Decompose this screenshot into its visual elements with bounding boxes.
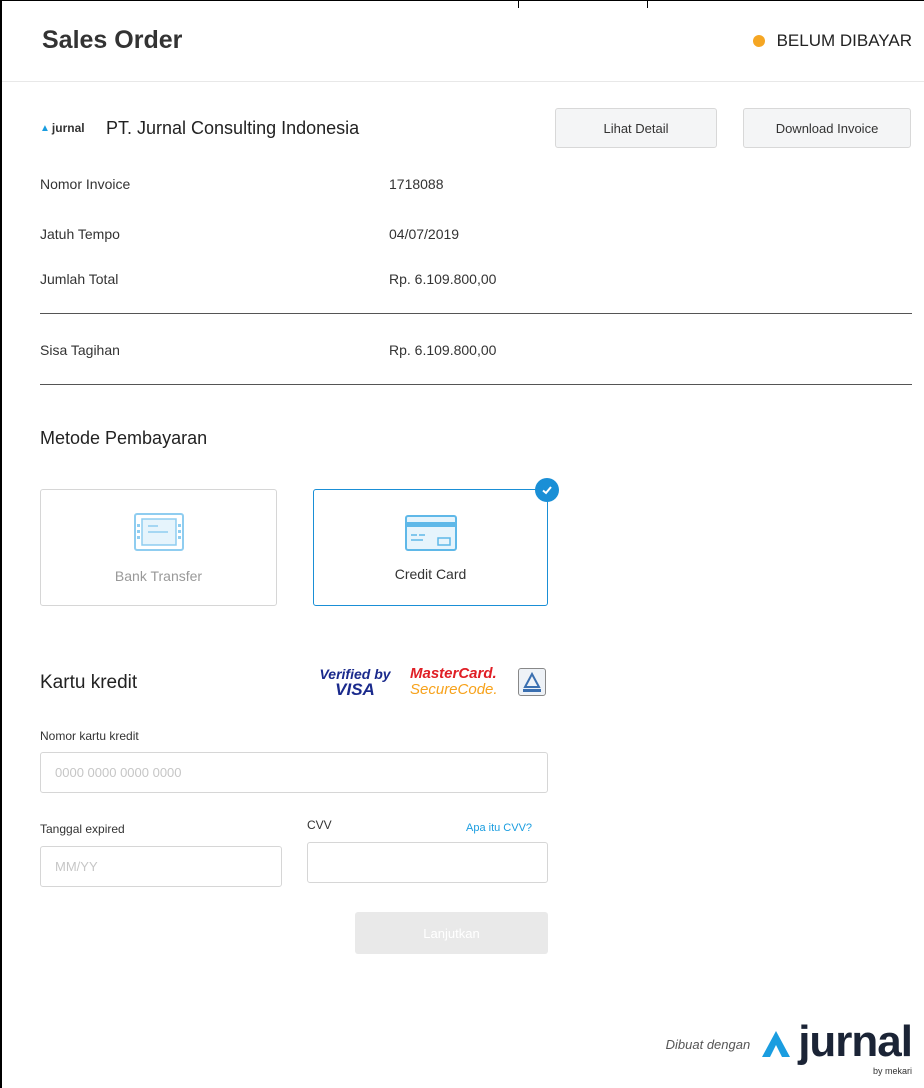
cvv-label: CVV bbox=[307, 818, 332, 832]
window-border-left bbox=[0, 0, 2, 1088]
payment-option-credit-card[interactable]: Credit Card bbox=[313, 478, 559, 606]
secure-payment-icon bbox=[518, 668, 546, 696]
jurnal-logo-icon: ▲ bbox=[40, 122, 50, 134]
company-row: ▲ jurnal PT. Jurnal Consulting Indonesia… bbox=[40, 108, 912, 152]
card-number-input[interactable] bbox=[40, 752, 548, 793]
what-is-cvv-link[interactable]: Apa itu CVV? bbox=[466, 822, 532, 834]
jurnal-brand-logo: jurnal by mekari bbox=[760, 1017, 913, 1076]
bank-transfer-icon bbox=[130, 510, 188, 559]
credit-card-icon bbox=[402, 510, 460, 559]
payment-method-title: Metode Pembayaran bbox=[40, 428, 208, 448]
status-badge: BELUM DIBAYAR bbox=[752, 31, 912, 51]
page-frame: Sales Order BELUM DIBAYAR ▲ jurnal PT. J… bbox=[0, 0, 924, 1088]
invoice-number-value: 1718088 bbox=[389, 176, 444, 192]
due-date-label: Jatuh Tempo bbox=[40, 226, 120, 242]
due-date-value: 04/07/2019 bbox=[389, 226, 460, 242]
mastercard-securecode-logo: MasterCard. SecureCode. bbox=[410, 666, 498, 698]
company-logo: ▲ jurnal bbox=[40, 121, 85, 135]
status-dot-icon bbox=[752, 35, 765, 47]
download-invoice-button[interactable]: Download Invoice bbox=[743, 108, 911, 148]
expiry-date-input[interactable] bbox=[40, 846, 282, 887]
payment-option-bank-transfer[interactable]: Bank Transfer bbox=[40, 489, 277, 606]
total-amount-label: Jumlah Total bbox=[40, 271, 119, 287]
verified-by-visa-logo: Verified by VISA bbox=[318, 666, 392, 698]
checkmark-icon bbox=[535, 478, 559, 502]
jurnal-brand-text: jurnal bbox=[798, 1017, 913, 1066]
invoice-number-label: Nomor Invoice bbox=[40, 176, 131, 192]
total-amount-value: Rp. 6.109.800,00 bbox=[389, 271, 497, 287]
payment-option-label: Bank Transfer bbox=[114, 568, 203, 584]
company-name: PT. Jurnal Consulting Indonesia bbox=[106, 118, 360, 138]
header: Sales Order BELUM DIBAYAR bbox=[2, 4, 924, 82]
divider bbox=[40, 313, 912, 314]
page-title: Sales Order bbox=[42, 26, 183, 54]
jurnal-logo-icon bbox=[760, 1029, 792, 1064]
divider bbox=[40, 384, 912, 385]
company-logo-text: jurnal bbox=[51, 121, 85, 135]
credit-card-title: Kartu kredit bbox=[40, 672, 138, 693]
mc-badge-line1: MasterCard. bbox=[410, 665, 497, 682]
status-text: BELUM DIBAYAR bbox=[776, 31, 912, 50]
remaining-balance-value: Rp. 6.109.800,00 bbox=[389, 342, 497, 358]
remaining-balance-label: Sisa Tagihan bbox=[40, 342, 120, 358]
footer: Dibuat dengan jurnal by mekari bbox=[665, 1017, 913, 1077]
visa-badge-line2: VISA bbox=[335, 680, 375, 699]
brand-subtitle: by mekari bbox=[872, 1066, 912, 1076]
view-detail-button[interactable]: Lihat Detail bbox=[555, 108, 717, 148]
continue-button[interactable]: Lanjutkan bbox=[355, 912, 548, 954]
cvv-input[interactable] bbox=[307, 842, 548, 883]
expiry-date-label: Tanggal expired bbox=[40, 822, 125, 836]
made-with-text: Dibuat dengan bbox=[665, 1037, 751, 1052]
payment-option-label: Credit Card bbox=[394, 566, 467, 582]
card-number-label: Nomor kartu kredit bbox=[40, 729, 139, 743]
mc-badge-line2: SecureCode. bbox=[410, 681, 498, 698]
